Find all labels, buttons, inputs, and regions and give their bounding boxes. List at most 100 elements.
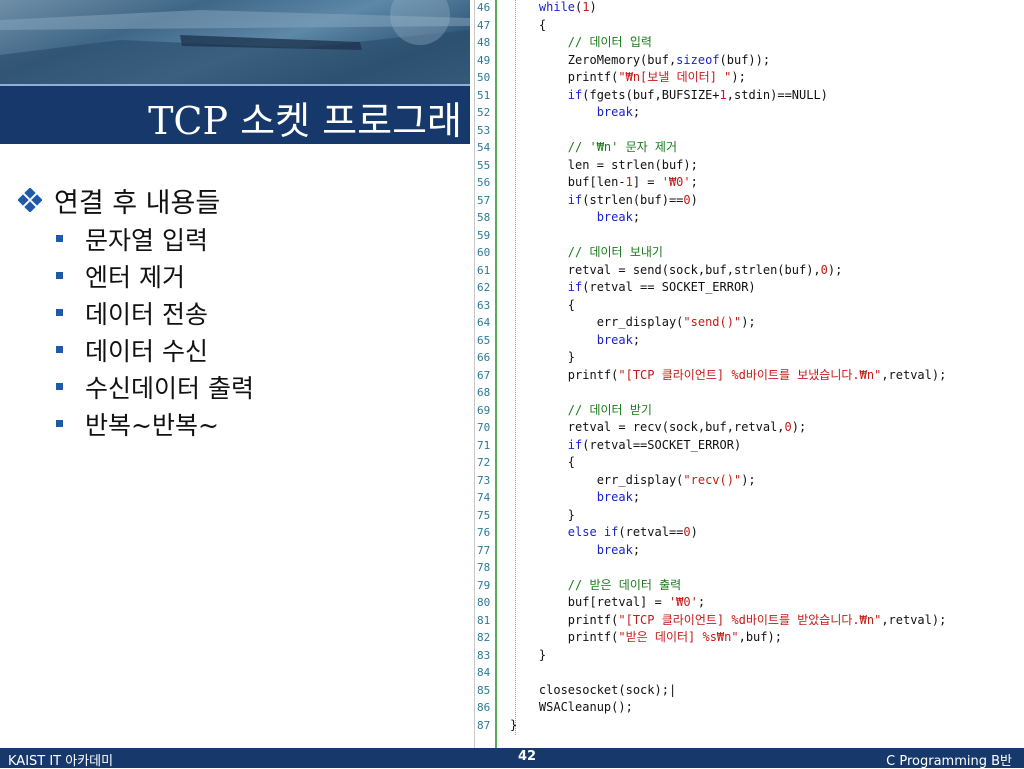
code-token: );	[791, 420, 807, 434]
code-line: 76 else if(retval==0)	[475, 524, 946, 542]
code-line: 53	[475, 122, 946, 140]
code-text: printf("[TCP 클라이언트] %d바이트를 보냈습니다.₩n",ret…	[496, 367, 947, 385]
code-token: "받은 데이터] %s₩n"	[618, 630, 739, 644]
code-token: retval = recv(sock,buf,retval,	[510, 420, 785, 434]
sub-bullet: 데이터 수신	[56, 331, 458, 368]
code-text: buf[retval] = '₩0';	[496, 594, 705, 612]
code-token: if	[567, 192, 583, 207]
code-line: 77 break;	[475, 542, 946, 560]
main-bullet: 연결 후 내용들	[18, 180, 458, 220]
code-token: if	[567, 437, 583, 452]
code-line: 81 printf("[TCP 클라이언트] %d바이트를 받았습니다.₩n",…	[475, 612, 946, 630]
code-text: retval = recv(sock,buf,retval,0);	[496, 419, 806, 437]
code-token: );	[731, 70, 746, 84]
header-photo	[0, 0, 470, 84]
code-text: }	[496, 647, 546, 665]
code-text: buf[len-1] = '₩0';	[496, 174, 698, 192]
code-token: (retval == SOCKET_ERROR)	[582, 280, 756, 294]
code-token: {	[510, 455, 576, 469]
code-text: if(retval == SOCKET_ERROR)	[496, 279, 756, 297]
code-line: 57 if(strlen(buf)==0)	[475, 192, 946, 210]
line-number: 61	[477, 263, 491, 277]
code-token: buf[len-	[510, 175, 626, 189]
code-token: {	[510, 17, 547, 32]
line-number: 58	[477, 211, 491, 224]
code-token: else if	[567, 525, 619, 539]
line-number: 48	[477, 36, 491, 49]
code-line: 70 retval = recv(sock,buf,retval,0);	[475, 419, 946, 437]
footer-org: KAIST IT 아카데미	[8, 754, 114, 769]
code-line: 56 buf[len-1] = '₩0';	[475, 174, 946, 192]
code-token: )	[690, 525, 698, 539]
code-token: closesocket(sock);|	[510, 682, 677, 697]
code-line: 46 while(1)	[475, 0, 946, 17]
code-token: 1	[719, 87, 727, 102]
code-token: ,retval);	[881, 612, 947, 627]
code-text: printf("받은 데이터] %s₩n",buf);	[496, 629, 782, 647]
code-token: if	[567, 280, 583, 294]
code-text: printf("[TCP 클라이언트] %d바이트를 받았습니다.₩n",ret…	[496, 612, 947, 630]
main-bullet-text: 연결 후 내용들	[54, 187, 221, 219]
line-number: 84	[477, 666, 491, 679]
line-number: 67	[477, 368, 491, 382]
sub-bullet: 데이터 전송	[56, 294, 458, 331]
code-line: 84	[475, 664, 946, 682]
code-token: }	[510, 647, 547, 662]
line-number: 63	[477, 298, 491, 312]
code-text: break;	[496, 104, 640, 122]
code-token: while	[538, 0, 576, 14]
code-token: (buf));	[719, 52, 771, 67]
code-line: 58 break;	[475, 209, 946, 227]
code-line: 51 if(fgets(buf,BUFSIZE+1,stdin)==NULL)	[475, 87, 946, 105]
line-number: 77	[477, 543, 491, 557]
line-number: 75	[477, 508, 491, 522]
line-number: 82	[477, 631, 491, 644]
code-text: WSACleanup();	[496, 699, 633, 717]
code-text: while(1)	[496, 0, 597, 17]
code-token: "recv()"	[683, 472, 742, 487]
code-line: 55 len = strlen(buf);	[475, 157, 946, 175]
code-token: ,retval);	[881, 367, 947, 382]
code-text: closesocket(sock);|	[496, 682, 676, 700]
code-token: ] =	[632, 175, 662, 189]
line-number: 54	[477, 141, 491, 154]
code-token: );	[827, 262, 843, 277]
square-bullet-icon	[56, 309, 63, 316]
code-line: 47 {	[475, 17, 946, 35]
code-token: 0	[683, 192, 691, 207]
code-line: 68	[475, 384, 946, 402]
code-token: {	[510, 297, 576, 312]
sub-bullet-text: 수신데이터 출력	[85, 373, 254, 403]
code-token: 0	[683, 525, 691, 539]
line-number: 78	[477, 561, 491, 574]
line-number: 50	[477, 71, 491, 84]
code-token: "₩n[보낼 데이터] "	[618, 70, 732, 84]
code-token: // 받은 데이터 출력	[567, 577, 682, 592]
code-text: }	[496, 349, 575, 367]
line-number: 85	[477, 683, 491, 697]
code-text: break;	[496, 209, 640, 227]
code-line: 69 // 데이터 받기	[475, 402, 946, 420]
line-number: 72	[477, 456, 491, 469]
code-token: err_display(	[510, 315, 684, 329]
code-token: // 데이터 받기	[567, 402, 652, 417]
line-number: 49	[477, 53, 491, 67]
code-token: printf(	[510, 70, 619, 84]
footer-course: C Programming B반	[886, 754, 1012, 769]
code-line: 62 if(retval == SOCKET_ERROR)	[475, 279, 946, 297]
code-token: (retval==	[618, 525, 684, 539]
line-number: 65	[477, 333, 491, 347]
line-number: 68	[477, 386, 491, 399]
code-text: // '₩n' 문자 제거	[496, 139, 677, 157]
square-bullet-icon	[56, 235, 63, 242]
code-token: 1	[582, 0, 590, 14]
code-token: );	[741, 472, 756, 487]
code-line: 64 err_display("send()");	[475, 314, 946, 332]
